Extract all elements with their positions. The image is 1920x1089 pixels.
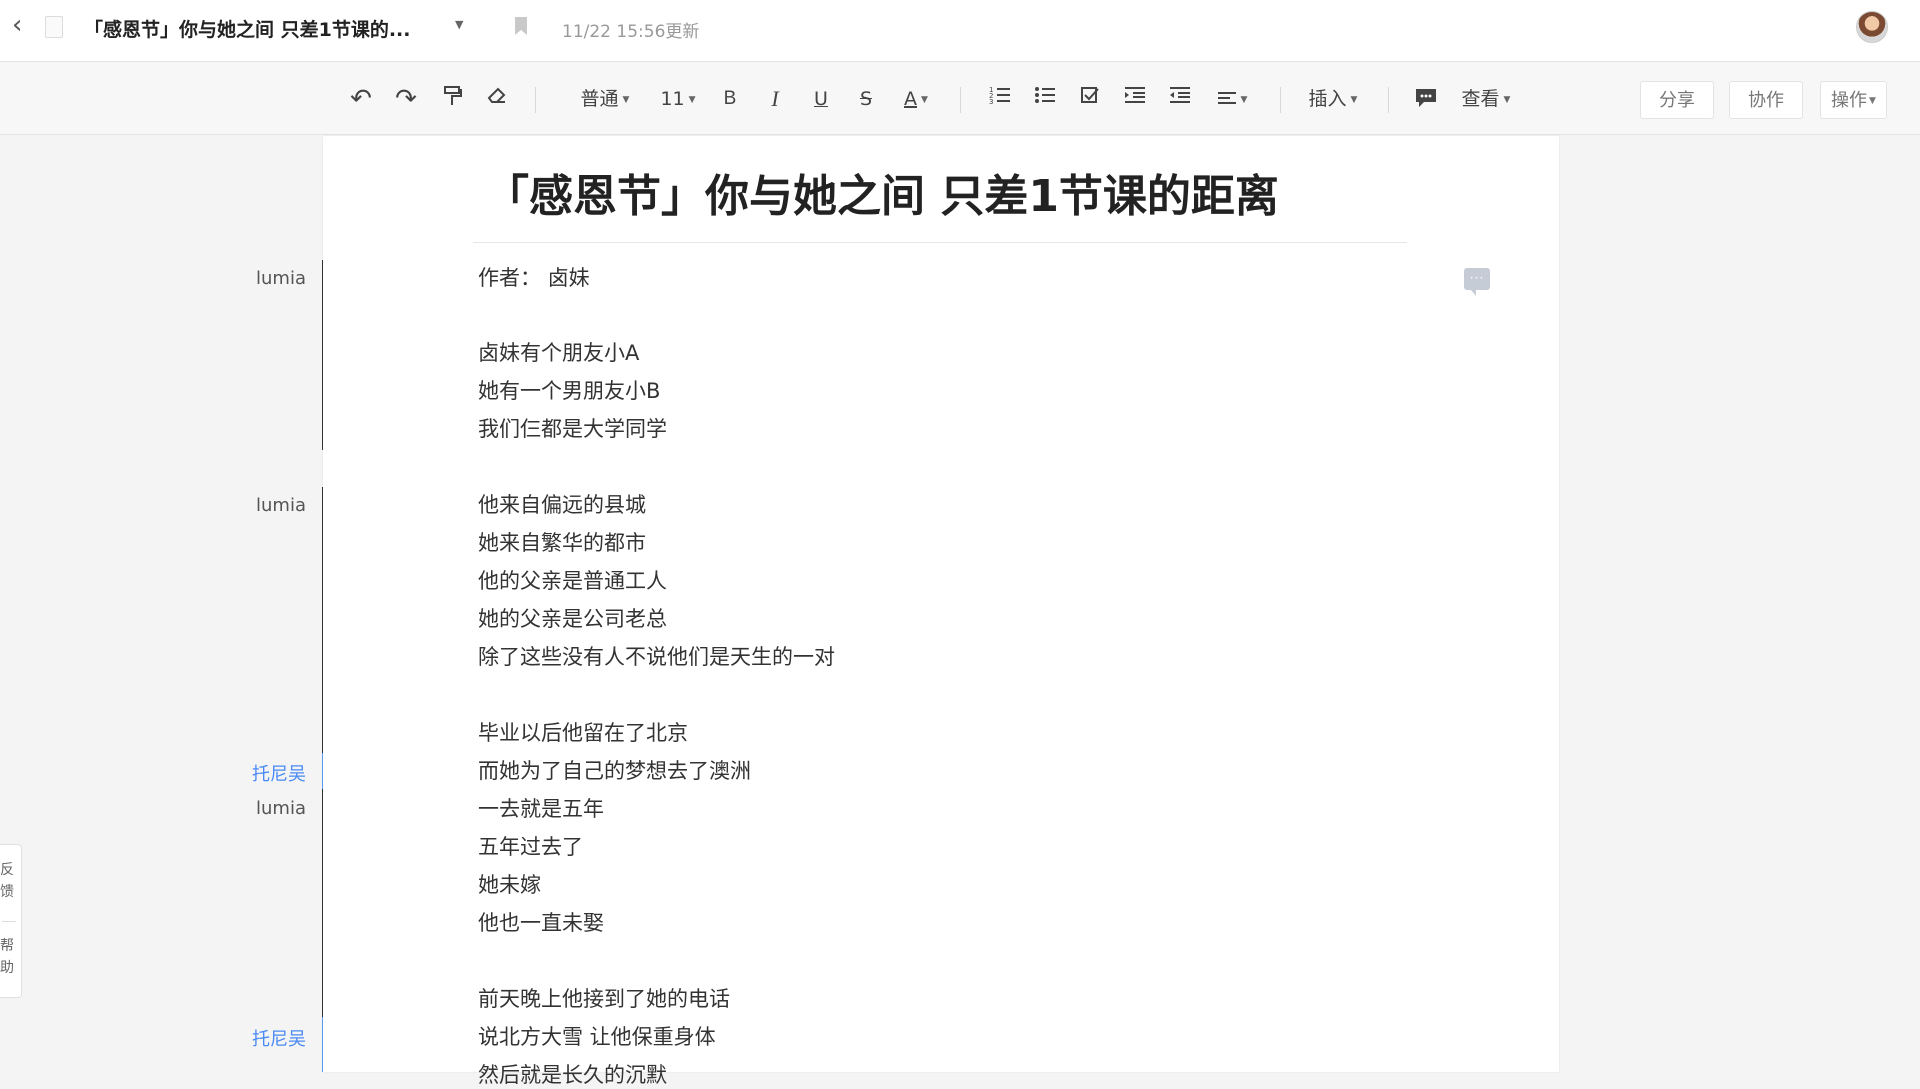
avatar[interactable]	[1856, 11, 1888, 43]
paragraph-line[interactable]: 他来自偏远的县城	[478, 491, 646, 519]
eraser-icon[interactable]	[482, 85, 512, 113]
redo-icon[interactable]: ↷	[391, 85, 421, 113]
svg-text:3: 3	[989, 98, 993, 105]
paragraph-line[interactable]: 前天晚上他接到了她的电话	[478, 985, 730, 1013]
author-label: lumia	[256, 495, 306, 516]
actions-menu-button[interactable]: 操作 ▼	[1820, 81, 1887, 119]
updated-timestamp: 11/22 15:56更新	[562, 22, 700, 42]
format-painter-icon[interactable]	[438, 85, 468, 113]
bookmark-icon[interactable]	[515, 17, 527, 35]
chevron-down-icon: ▼	[1240, 95, 1248, 105]
font-color-label: A	[904, 88, 918, 110]
toolbar-divider	[535, 87, 536, 113]
chevron-down-icon: ▼	[1869, 96, 1876, 106]
paragraph-style-select[interactable]: 普通 ▼	[570, 85, 640, 113]
paragraph-line[interactable]: 然后就是长久的沉默	[478, 1061, 667, 1089]
chevron-down-icon: ▼	[622, 95, 630, 105]
author-label: lumia	[256, 268, 306, 289]
document-icon	[45, 16, 63, 38]
back-icon[interactable]: ‹	[12, 12, 32, 38]
paragraph-line[interactable]: 他也一直未娶	[478, 909, 604, 937]
author-label: lumia	[256, 798, 306, 819]
indent-icon[interactable]	[1120, 85, 1150, 113]
title-dropdown-caret-icon[interactable]: ▼	[455, 18, 463, 31]
feedback-help-panel: 反馈 帮助	[0, 844, 22, 998]
paragraph-line[interactable]: 作者： 卤妹	[478, 264, 590, 292]
ordered-list-icon[interactable]: 123	[985, 85, 1015, 113]
underline-button[interactable]: U	[809, 85, 833, 113]
heading-divider	[473, 242, 1407, 243]
document-page[interactable]: 「感恩节」你与她之间 只差1节课的距离 ··· 作者： 卤妹 卤妹有个朋友小A …	[323, 136, 1559, 1087]
comment-icon[interactable]	[1413, 85, 1439, 113]
paragraph-line[interactable]: 一去就是五年	[478, 795, 604, 823]
title-bar: ‹ 「感恩节」你与她之间 只差1节课的... ▼ 11/22 15:56更新	[0, 0, 1920, 62]
format-toolbar: ↶ ↷ 普通 ▼ 11 ▼ B I U S A ▼ 123 ▼ 插入 ▼ 查看 ▼ 分享 …	[0, 63, 1920, 135]
bold-button[interactable]: B	[718, 85, 742, 113]
toolbar-divider	[1280, 87, 1281, 113]
toolbar-divider	[1388, 87, 1389, 113]
insert-menu-label: 插入	[1308, 88, 1347, 110]
view-menu-label: 查看	[1461, 88, 1500, 110]
bullet-list-icon[interactable]	[1030, 85, 1060, 113]
toolbar-divider	[960, 87, 961, 113]
font-size-label: 11	[660, 88, 685, 110]
chevron-down-icon: ▼	[688, 95, 696, 105]
strikethrough-button[interactable]: S	[854, 85, 878, 113]
italic-button[interactable]: I	[763, 85, 787, 113]
paragraph-line[interactable]: 他的父亲是普通工人	[478, 567, 667, 595]
paragraph-line[interactable]: 她的父亲是公司老总	[478, 605, 667, 633]
actions-menu-label: 操作	[1831, 90, 1867, 111]
paragraph-line[interactable]: 我们仨都是大学同学	[478, 415, 667, 443]
insert-menu[interactable]: 插入 ▼	[1303, 85, 1363, 113]
add-comment-icon[interactable]: ···	[1464, 268, 1490, 296]
paragraph-line[interactable]: 她有一个男朋友小B	[478, 377, 660, 405]
paragraph-line[interactable]: 而她为了自己的梦想去了澳洲	[478, 757, 751, 785]
view-menu[interactable]: 查看 ▼	[1456, 85, 1516, 113]
collaborate-button[interactable]: 协作	[1729, 81, 1803, 119]
paragraph-line[interactable]: 卤妹有个朋友小A	[478, 339, 639, 367]
document-heading: 「感恩节」你与她之间 只差1节课的距离	[485, 171, 1279, 222]
paragraph-line[interactable]: 她来自繁华的都市	[478, 529, 646, 557]
feedback-button[interactable]: 反馈	[0, 859, 18, 903]
document-title[interactable]: 「感恩节」你与她之间 只差1节课的...	[84, 15, 411, 42]
paragraph-line[interactable]: 说北方大雪 让他保重身体	[478, 1023, 716, 1051]
outdent-icon[interactable]	[1165, 85, 1195, 113]
paragraph-line[interactable]: 除了这些没有人不说他们是天生的一对	[478, 643, 835, 671]
font-size-select[interactable]: 11 ▼	[656, 85, 700, 113]
author-label: 托尼吴	[252, 764, 306, 785]
author-label: 托尼吴	[252, 1029, 306, 1050]
help-button[interactable]: 帮助	[0, 935, 18, 979]
checkbox-icon[interactable]	[1075, 85, 1105, 113]
undo-icon[interactable]: ↶	[346, 85, 376, 113]
chevron-down-icon: ▼	[1503, 95, 1511, 105]
paragraph-style-label: 普通	[580, 88, 619, 110]
align-select[interactable]: ▼	[1210, 85, 1254, 113]
paragraph-line[interactable]: 她未嫁	[478, 871, 541, 899]
share-button[interactable]: 分享	[1640, 81, 1714, 119]
paragraph-line[interactable]: 五年过去了	[478, 833, 583, 861]
font-color-button[interactable]: A ▼	[898, 85, 934, 113]
chevron-down-icon: ▼	[1350, 95, 1358, 105]
chevron-down-icon: ▼	[921, 95, 928, 105]
paragraph-line[interactable]: 毕业以后他留在了北京	[478, 719, 688, 747]
panel-divider	[2, 921, 16, 922]
